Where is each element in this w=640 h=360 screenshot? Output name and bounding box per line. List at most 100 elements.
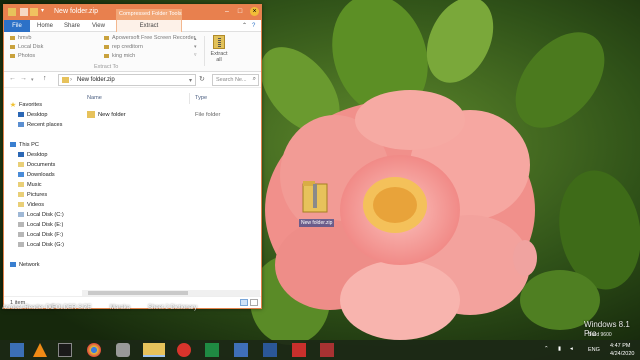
nav-pictures[interactable]: Pictures: [18, 192, 47, 198]
minimize-button[interactable]: –: [222, 7, 232, 16]
nav-desktop-favorite[interactable]: Desktop: [18, 112, 48, 118]
destination-item[interactable]: hmvb: [10, 35, 31, 41]
downloads-icon: [18, 172, 24, 177]
title-bar[interactable]: ▾ New folder.zip Compressed Folder Tools…: [4, 5, 261, 20]
help-icon[interactable]: ?: [252, 20, 255, 32]
address-bar[interactable]: › New folder.zip ▾: [58, 74, 196, 86]
address-path: New folder.zip: [77, 77, 115, 83]
destination-item[interactable]: rep creditorn: [104, 44, 143, 50]
zip-extract-icon: [213, 35, 225, 49]
star-icon: [10, 102, 16, 107]
clock-time[interactable]: 4:47 PM: [610, 343, 630, 349]
search-box[interactable]: Search Ne... ⌕: [212, 74, 259, 86]
close-button[interactable]: ×: [250, 7, 259, 16]
nav-favorites[interactable]: Favorites: [10, 102, 42, 108]
qat-dropdown-icon[interactable]: ▾: [41, 7, 49, 15]
column-separator[interactable]: [189, 93, 190, 104]
scrollbar-thumb[interactable]: [88, 291, 188, 295]
build-watermark: Build 9600: [588, 332, 612, 338]
forward-arrow-icon[interactable]: →: [20, 75, 27, 82]
nav-documents[interactable]: Documents: [18, 162, 55, 168]
vlc-icon[interactable]: [33, 343, 47, 357]
chrome-icon[interactable]: [87, 343, 101, 357]
nav-local-disk-e[interactable]: Local Disk (E:): [18, 222, 63, 228]
large-icons-view-icon[interactable]: [250, 299, 258, 306]
pen-app-icon[interactable]: [320, 343, 334, 357]
media-player-icon[interactable]: [58, 343, 72, 357]
desktop-icon: [18, 152, 24, 157]
destination-item[interactable]: Apowersoft Free Screen Recorder: [104, 35, 195, 41]
ribbon: hmvb Local Disk Photos Apowersoft Free S…: [4, 32, 261, 72]
tab-home[interactable]: Home: [37, 20, 53, 32]
context-tab-group: Compressed Folder Tools: [116, 9, 182, 20]
language-indicator[interactable]: ENG: [588, 347, 600, 353]
column-header-type[interactable]: Type: [195, 95, 207, 101]
monitor-app-icon[interactable]: [263, 343, 277, 357]
file-type: File folder: [195, 112, 221, 118]
file-explorer-taskbar-icon[interactable]: [143, 343, 165, 357]
desktop-icon: [18, 112, 24, 117]
destination-item[interactable]: Photos: [10, 53, 35, 59]
extract-all-label: Extract all: [210, 51, 228, 63]
details-view-icon[interactable]: [240, 299, 248, 306]
clock-date[interactable]: 4/24/2020: [610, 351, 634, 357]
column-header-name[interactable]: Name: [87, 95, 102, 101]
navigation-pane: Favorites Desktop Recent places This PC …: [4, 88, 82, 296]
up-arrow-icon[interactable]: ↑: [43, 75, 47, 82]
documents-icon: [18, 162, 24, 167]
calculator-icon[interactable]: [205, 343, 219, 357]
nav-local-disk-f[interactable]: Local Disk (F:): [18, 232, 63, 238]
tab-extract[interactable]: Extract: [116, 20, 182, 32]
desktop-zip-icon[interactable]: [302, 178, 328, 214]
back-arrow-icon[interactable]: ←: [9, 75, 16, 82]
tab-view[interactable]: View: [92, 20, 105, 32]
desktop-zip-label[interactable]: New folder.zip: [299, 219, 335, 227]
nav-downloads[interactable]: Downloads: [18, 172, 55, 178]
ribbon-group-label: Extract To: [94, 64, 119, 70]
properties-icon[interactable]: [20, 8, 28, 16]
ribbon-separator: [204, 36, 205, 66]
nav-recent-places[interactable]: Recent places: [18, 122, 62, 128]
network-icon: [10, 262, 16, 267]
file-explorer-window: ▾ New folder.zip Compressed Folder Tools…: [3, 4, 262, 309]
refresh-icon[interactable]: ↻: [199, 75, 205, 83]
nav-network[interactable]: Network: [10, 262, 40, 268]
volume-tray-icon[interactable]: ◂: [570, 346, 573, 352]
start-windows-icon[interactable]: [10, 343, 24, 357]
drive-icon: [18, 222, 24, 227]
network-tray-icon[interactable]: ▮: [558, 346, 561, 352]
nav-this-pc[interactable]: This PC: [10, 142, 39, 148]
tab-file[interactable]: File: [4, 20, 30, 32]
search-icon: ⌕: [252, 76, 256, 82]
window-title: New folder.zip: [54, 8, 98, 15]
taskbar-preview-label: FOLDER SIZE: [52, 305, 92, 311]
screen-recorder-icon[interactable]: [177, 343, 191, 357]
recent-locations-icon[interactable]: ▾: [31, 77, 34, 83]
gallery-scroll-icon[interactable]: ▴ ▾ ▿: [194, 35, 197, 59]
tray-overflow-icon[interactable]: ⌃: [544, 346, 549, 352]
destination-item[interactable]: Local Disk: [10, 44, 43, 50]
nav-local-disk-c[interactable]: Local Disk (C:): [18, 212, 64, 218]
address-dropdown-icon[interactable]: ▾: [189, 77, 192, 84]
file-row[interactable]: New folder File folder: [84, 110, 261, 120]
maximize-button[interactable]: □: [235, 7, 245, 16]
file-list: Name Type New folder File folder: [84, 88, 261, 296]
music-icon: [18, 182, 24, 187]
new-folder-icon[interactable]: [30, 8, 38, 16]
nav-local-disk-g[interactable]: Local Disk (G:): [18, 242, 64, 248]
taskbar-preview-label: Maraka: [110, 305, 131, 311]
destination-item[interactable]: king mich: [104, 53, 135, 59]
tab-share[interactable]: Share: [64, 20, 80, 32]
pictures-icon: [18, 192, 24, 197]
drive-icon: [18, 242, 24, 247]
explorer-folder-icon: [8, 8, 16, 16]
taskbar: ⌃ ▮ ◂ ENG 4:47 PM 4/24/2020: [0, 340, 640, 360]
ribbon-collapse-icon[interactable]: ⌃: [242, 20, 247, 32]
nav-desktop[interactable]: Desktop: [18, 152, 48, 158]
nav-music[interactable]: Music: [18, 182, 42, 188]
pdf-reader-icon[interactable]: [292, 343, 306, 357]
nav-videos[interactable]: Videos: [18, 202, 44, 208]
window-app-icon[interactable]: [234, 343, 248, 357]
extract-all-button[interactable]: Extract all: [208, 35, 230, 63]
settings-app-icon[interactable]: [116, 343, 130, 357]
